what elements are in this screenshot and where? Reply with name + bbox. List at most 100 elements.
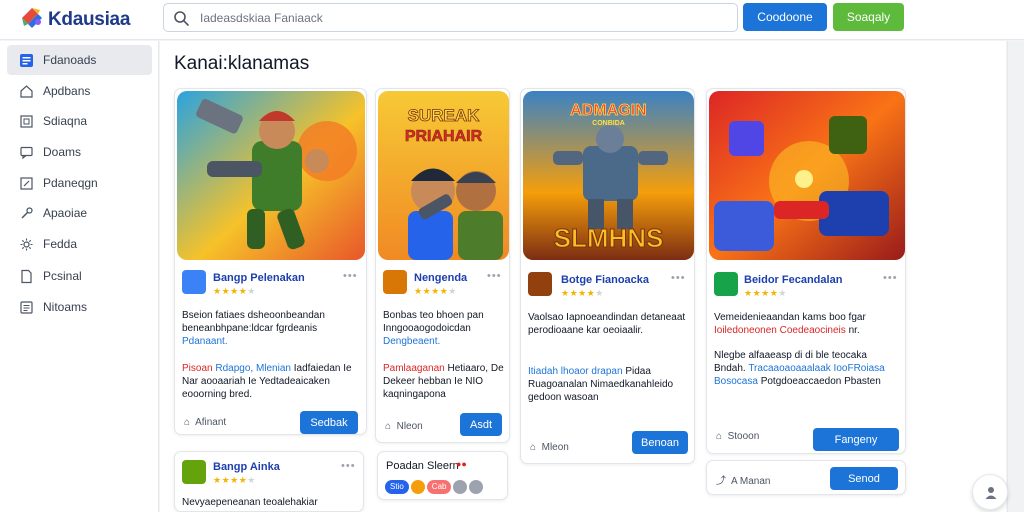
tag-pill[interactable]: Cab: [426, 479, 452, 494]
action-button[interactable]: Sedbak: [300, 411, 358, 434]
action-button[interactable]: Asdt: [460, 413, 502, 436]
sidebar-item-home[interactable]: Apdbans: [7, 76, 152, 106]
sidebar-item-document[interactable]: Pcsinal: [7, 261, 152, 291]
post-text: Bonbas teo bhoen pan Inngooaogodoicdan D…: [383, 310, 484, 347]
search-input[interactable]: [200, 8, 720, 28]
action-button[interactable]: Fangeny: [813, 428, 899, 451]
meta-info: ⌂ Afinant: [184, 417, 227, 428]
action-button[interactable]: Senod: [830, 467, 898, 490]
more-options-icon[interactable]: •••: [671, 272, 686, 284]
chat-icon: [20, 146, 33, 159]
sidebar-item-label: Nitoams: [43, 300, 88, 314]
emoji-icon: [469, 479, 484, 494]
more-options-icon[interactable]: •••: [487, 270, 502, 282]
author-name[interactable]: Bangp Ainka: [213, 461, 280, 473]
sidebar-item-label: Sdiaqna: [43, 114, 88, 128]
post-text: Bseion fatiaes dsheoonbeandan beneanbhpa…: [182, 310, 325, 347]
user-icon: [985, 487, 997, 499]
rating-stars: ★★★★★: [561, 288, 604, 298]
author-name[interactable]: Nengenda: [414, 272, 467, 284]
frame-icon: [20, 114, 33, 128]
post-text-secondary: Pamlaaganan Hetiaaro, De Dekeer hebban I…: [383, 363, 504, 400]
post-card[interactable]: Bangp Ainka ★★★★★ ••• Nevyaepeneanan teo…: [174, 451, 364, 512]
settings-icon: [20, 238, 33, 250]
post-card[interactable]: ⤴ A Manan Senod: [706, 460, 906, 495]
sidebar-item-tools[interactable]: Apaoiae: [7, 198, 152, 228]
post-text: Vemeidenieaandan kams boo fgar Ioiledone…: [714, 312, 866, 336]
sidebar-item-label: Fedda: [43, 237, 78, 251]
more-options-icon[interactable]: •••: [341, 460, 356, 472]
post-text-secondary: Nlegbe alfaaeasp di di ble teocaka Bndah…: [714, 350, 885, 387]
list-icon: [20, 300, 33, 314]
post-text: Nevyaepeneanan teoalehakiar: [182, 497, 318, 508]
game-card[interactable]: SUREAK PRIAHAIR Nengenda ★★★★★ ••• Bonba…: [375, 88, 510, 443]
more-options-icon[interactable]: •••: [343, 270, 358, 282]
sidebar-item-feed[interactable]: Fdanoads: [7, 45, 152, 75]
author-avatar[interactable]: [182, 460, 206, 484]
sidebar-item-label: Apdbans: [43, 84, 91, 98]
sidebar-item-label: Doams: [43, 145, 82, 159]
rating-stars: ★★★★★: [213, 475, 256, 485]
robot-battle-art[interactable]: ADMAGIN CONBIDA SLMHNS: [523, 91, 694, 260]
banner-title: PRIAHAIR: [405, 128, 483, 145]
document-icon: [21, 269, 32, 283]
banner-title: ADMAGIN: [570, 102, 646, 119]
banner-title: SLMHNS: [554, 223, 664, 253]
post-card[interactable]: Poadan Sleern ●● Stio Cab: [377, 451, 508, 500]
more-options-icon[interactable]: •••: [883, 272, 898, 284]
author-avatar[interactable]: [182, 270, 206, 294]
meta-info: ⌂ Nleon: [385, 421, 423, 432]
author-name[interactable]: Bangp Pelenakan: [213, 272, 305, 284]
action-button[interactable]: Benoan: [632, 431, 688, 454]
meta-info: ⌂ Mleon: [530, 442, 569, 453]
sidebar-item-edit[interactable]: Pdaneqgn: [7, 168, 152, 198]
author-name[interactable]: Beidor Fecandalan: [744, 274, 842, 286]
tag-pill[interactable]: Stio: [385, 479, 409, 494]
author-avatar[interactable]: [528, 272, 552, 296]
soldier-shooter-art[interactable]: [177, 91, 365, 260]
rating-stars: ★★★★★: [213, 286, 256, 296]
post-text-secondary: Pisoan Rdapgo, Mlenian Iadfaiedan Ie Nar…: [182, 363, 352, 400]
sidebar-item-label: Apaoiae: [43, 206, 88, 220]
share-icon[interactable]: ⤴: [716, 476, 726, 487]
meta-info: ⤴ A Manan: [716, 476, 771, 487]
game-card[interactable]: Bangp Pelenakan ★★★★★ ••• Bseion fatiaes…: [174, 88, 367, 435]
sidebar-item-label: Pdaneqgn: [43, 176, 98, 190]
author-name[interactable]: Botge Fianoacka: [561, 274, 649, 286]
rating-stars: ★★★★★: [414, 286, 457, 296]
banner-title: SUREAK: [408, 106, 481, 125]
emoji-icon: [453, 479, 468, 494]
floating-action-button[interactable]: [972, 474, 1008, 510]
sidebar-item-chat[interactable]: Doams: [7, 137, 152, 167]
home-icon: [20, 84, 33, 98]
post-text-secondary: Itiadah lhoaor drapan Pidaa Ruagoanalan …: [528, 366, 674, 403]
mech-warriors-art[interactable]: [709, 91, 905, 260]
secondary-header-button[interactable]: Soaqaly: [833, 3, 904, 31]
search-bar[interactable]: [163, 3, 738, 32]
twin-heroes-art[interactable]: SUREAK PRIAHAIR: [378, 91, 509, 260]
sidebar: Fdanoads Apdbans Sdiaqna Doams Pdaneqgn …: [0, 41, 159, 512]
rating-stars: ★★★★★: [744, 288, 787, 298]
sidebar-item-list[interactable]: Nitoams: [7, 292, 152, 322]
like-icon[interactable]: ⌂: [385, 421, 391, 432]
comment-icon[interactable]: ⌂: [530, 442, 536, 453]
author-avatar[interactable]: [714, 272, 738, 296]
game-card[interactable]: ADMAGIN CONBIDA SLMHNS Botge Fianoacka ★…: [520, 88, 695, 464]
post-text: Vaolsao Iapnoeandindan detaneaat perodio…: [528, 312, 686, 336]
sidebar-item-frame[interactable]: Sdiaqna: [7, 106, 152, 136]
banner-subtitle: CONBIDA: [592, 120, 625, 127]
tools-icon: [21, 206, 33, 219]
like-icon[interactable]: ⌂: [184, 417, 190, 428]
sidebar-item-settings[interactable]: Fedda: [7, 229, 152, 259]
emoji-icon: [410, 479, 425, 494]
primary-header-button[interactable]: Coodoone: [743, 3, 827, 31]
brand-logo-icon[interactable]: [18, 4, 46, 32]
author-avatar[interactable]: [383, 270, 407, 294]
scrollbar[interactable]: [1007, 41, 1024, 512]
reaction-icon: ●●: [456, 459, 467, 469]
share-icon[interactable]: ⌂: [716, 431, 722, 442]
meta-info: ⌂ Stooon: [716, 431, 760, 442]
author-name[interactable]: Poadan Sleern: [386, 460, 459, 472]
game-card[interactable]: Beidor Fecandalan ★★★★★ ••• Vemeidenieaa…: [706, 88, 906, 454]
brand-name[interactable]: Kdausiaa: [48, 9, 130, 31]
